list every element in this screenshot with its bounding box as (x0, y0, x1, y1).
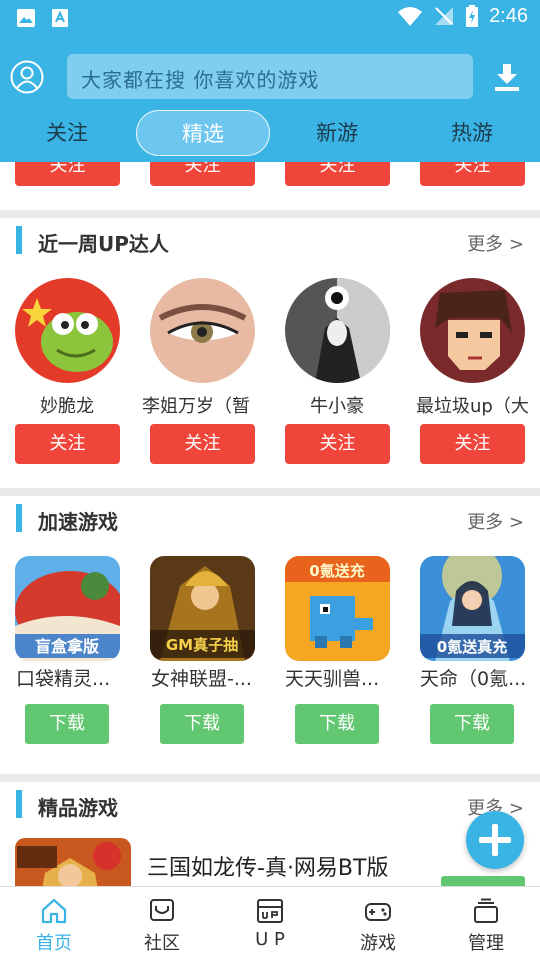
user-avatar[interactable] (420, 278, 525, 383)
nav-label: U P (255, 929, 285, 950)
follow-button[interactable]: 关注 (285, 162, 390, 186)
user-avatar[interactable] (150, 278, 255, 383)
image-notification-icon (17, 9, 35, 27)
tab-featured[interactable]: 精选 (136, 110, 270, 156)
bottom-navigation: 首页 社区 U P 游戏 管理 (0, 886, 540, 960)
up-icon (257, 899, 283, 923)
nav-community[interactable]: 社区 (108, 887, 216, 960)
game-icon[interactable]: GM真子抽 (150, 556, 255, 661)
game-badge: GM真子抽 (166, 636, 238, 654)
game-icon[interactable] (15, 838, 131, 886)
user-name: 牛小豪 (310, 396, 364, 417)
add-fab-button[interactable] (466, 811, 524, 869)
download-button[interactable] (441, 876, 525, 886)
game-name: 女神联盟-... (151, 668, 252, 690)
top-header: 大家都在搜 你喜欢的游戏 关注 精选 新游 热游 (0, 36, 540, 162)
section-divider (0, 774, 540, 782)
featured-game-name: 三国如龙传-真·网易BT版 (147, 856, 389, 881)
battery-charging-icon (466, 5, 479, 27)
up-section-header: 近一周UP达人 更多 > (0, 226, 540, 256)
game-name: 天天驯兽... (285, 668, 380, 690)
wifi-icon (398, 7, 423, 26)
download-button[interactable]: 下载 (160, 704, 244, 744)
search-placeholder: 大家都在搜 你喜欢的游戏 (81, 68, 320, 92)
follow-button[interactable]: 关注 (420, 162, 525, 186)
section-accent-bar (16, 790, 22, 818)
download-button[interactable]: 下载 (430, 704, 514, 744)
game-badge: 0氪送充 (309, 562, 364, 580)
download-button[interactable]: 下载 (25, 704, 109, 744)
more-link[interactable]: 更多 > (467, 508, 524, 534)
game-badge: 0氪送真充 (437, 638, 507, 656)
text-notification-icon (52, 9, 68, 27)
game-name: 天命（0氪... (420, 668, 527, 690)
user-profile-icon[interactable] (10, 60, 44, 94)
game-icon[interactable]: 盲盒拿版 (15, 556, 120, 661)
follow-button[interactable]: 关注 (150, 424, 255, 464)
section-accent-bar (16, 504, 22, 532)
speed-section-header: 加速游戏 更多 > (0, 504, 540, 534)
nav-label: 社区 (144, 933, 180, 954)
home-icon (41, 898, 67, 924)
follow-button[interactable]: 关注 (15, 424, 120, 464)
user-avatar[interactable] (15, 278, 120, 383)
gamepad-icon (365, 903, 391, 921)
section-divider (0, 210, 540, 218)
section-title: 加速游戏 (38, 510, 118, 534)
nav-label: 游戏 (360, 933, 396, 954)
follow-button[interactable]: 关注 (420, 424, 525, 464)
no-signal-icon (435, 7, 454, 25)
nav-manage[interactable]: 管理 (432, 887, 540, 960)
user-name: 最垃圾up（大 (416, 396, 529, 417)
follow-button[interactable]: 关注 (150, 162, 255, 186)
status-bar: 2:46 (0, 0, 540, 36)
manage-icon (474, 898, 498, 923)
content-scroll[interactable]: 关注 关注 关注 关注 近一周UP达人 更多 > 妙脆龙 李姐万岁（暂 牛小豪 … (0, 162, 540, 886)
download-button[interactable]: 下载 (295, 704, 379, 744)
game-icon[interactable]: 0氪送真充 (420, 556, 525, 661)
premium-section-header: 精品游戏 更多 > (0, 790, 540, 820)
search-input[interactable]: 大家都在搜 你喜欢的游戏 (67, 54, 473, 99)
game-badge: 盲盒拿版 (35, 637, 99, 656)
community-icon (150, 899, 174, 921)
nav-label: 首页 (36, 933, 72, 954)
section-divider (0, 488, 540, 496)
user-name: 妙脆龙 (40, 396, 94, 417)
category-tabs: 关注 精选 新游 热游 (0, 110, 540, 156)
nav-home[interactable]: 首页 (0, 887, 108, 960)
tab-new-games[interactable]: 新游 (270, 110, 404, 156)
section-title: 精品游戏 (38, 796, 118, 820)
section-title: 近一周UP达人 (38, 232, 169, 256)
user-name: 李姐万岁（暂 (142, 396, 250, 417)
nav-games[interactable]: 游戏 (324, 887, 432, 960)
section-accent-bar (16, 226, 22, 254)
clock: 2:46 (489, 4, 528, 27)
more-link[interactable]: 更多 > (467, 230, 524, 256)
game-name: 口袋精灵... (16, 668, 111, 690)
game-icon[interactable]: 0氪送充 (285, 556, 390, 661)
download-icon[interactable] (493, 62, 521, 92)
nav-label: 管理 (468, 933, 504, 954)
follow-button[interactable]: 关注 (15, 162, 120, 186)
nav-up[interactable]: U P (216, 887, 324, 960)
user-avatar[interactable] (285, 278, 390, 383)
tab-hot-games[interactable]: 热游 (405, 110, 539, 156)
plus-icon (479, 824, 511, 856)
tab-follow[interactable]: 关注 (0, 110, 134, 156)
follow-button[interactable]: 关注 (285, 424, 390, 464)
